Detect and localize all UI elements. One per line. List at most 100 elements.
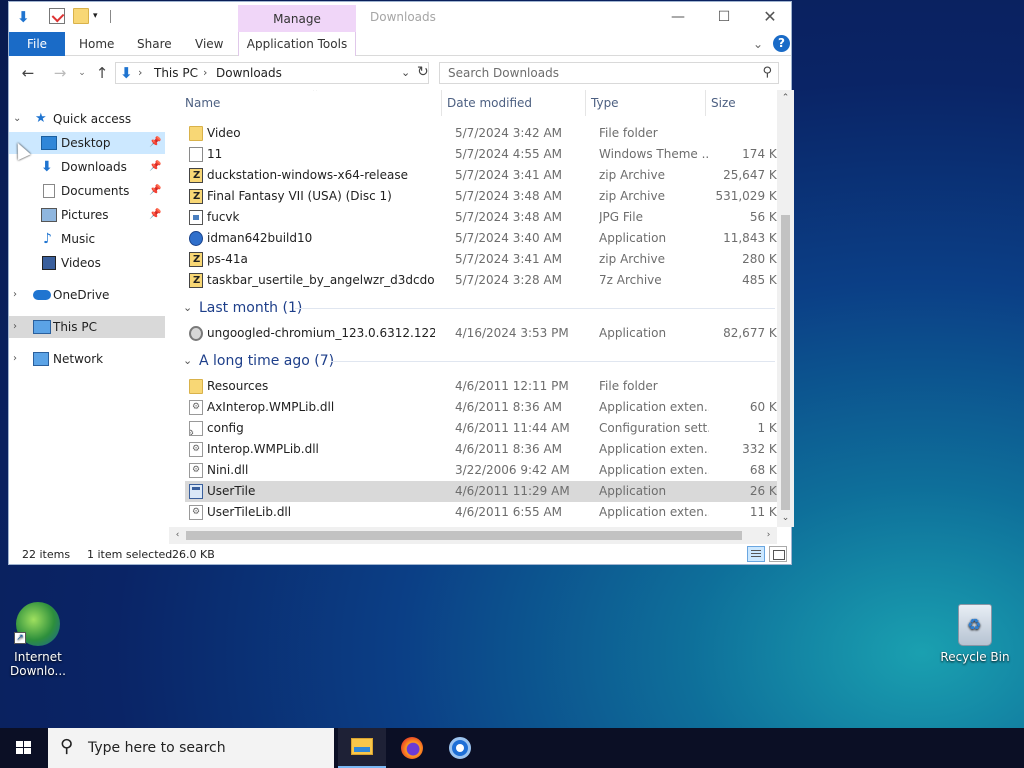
chevron-right-icon[interactable]: › <box>138 66 142 79</box>
details-view-button[interactable] <box>747 546 765 562</box>
column-header-name[interactable]: Name <box>185 96 220 110</box>
breadcrumb-this-pc[interactable]: This PC <box>154 66 198 80</box>
forward-arrow-icon[interactable]: → <box>49 63 71 83</box>
scroll-right-icon[interactable]: › <box>760 527 777 544</box>
dll-file-icon <box>189 463 203 478</box>
recent-locations-chevron-icon[interactable]: ⌄ <box>71 63 93 83</box>
idm-file-icon <box>189 231 203 246</box>
close-button[interactable]: ✕ <box>747 4 793 30</box>
table-row[interactable]: Video 5/7/2024 3:42 AM File folder <box>185 123 777 144</box>
large-icons-view-button[interactable] <box>769 546 787 562</box>
sidebar-item-onedrive[interactable]: › OneDrive <box>9 284 165 306</box>
scrollbar-thumb[interactable] <box>781 215 790 510</box>
minimize-button[interactable]: — <box>655 4 701 30</box>
column-header-date[interactable]: Date modified <box>447 96 532 110</box>
properties-icon[interactable] <box>49 8 65 24</box>
sidebar-item-music[interactable]: ♪ Music <box>9 228 165 250</box>
tab-view[interactable]: View <box>195 32 223 56</box>
tab-share[interactable]: Share <box>137 32 172 56</box>
pin-icon[interactable]: 📌 <box>149 132 161 154</box>
chevron-down-icon[interactable]: ⌄ <box>183 350 192 372</box>
table-row[interactable]: AxInterop.WMPLib.dll 4/6/2011 8:36 AM Appl… <box>185 397 777 418</box>
scrollbar-thumb[interactable] <box>186 531 742 540</box>
scroll-down-icon[interactable]: ⌄ <box>777 510 794 527</box>
help-icon[interactable]: ? <box>773 35 790 52</box>
table-row[interactable]: config 4/6/2011 11:44 AM Configuration set… <box>185 418 777 439</box>
tab-manage[interactable]: Manage <box>238 5 356 33</box>
sidebar-item-downloads[interactable]: ⬇ Downloads 📌 <box>9 156 165 178</box>
table-row[interactable]: fucvk 5/7/2024 3:48 AM JPG File 56 KB <box>185 207 777 228</box>
chevron-right-icon[interactable]: › <box>13 348 17 370</box>
desktop-icon-recycle-bin[interactable]: Recycle Bin <box>940 604 1010 664</box>
sidebar-item-desktop[interactable]: Desktop 📌 <box>9 132 165 154</box>
table-row[interactable]: Nini.dll 3/22/2006 9:42 AM Application ext… <box>185 460 777 481</box>
desktop-icon-idm[interactable]: ↗ Internet Downlo... <box>3 602 73 678</box>
column-header-type[interactable]: Type <box>591 96 619 110</box>
chevron-right-icon[interactable]: › <box>13 284 17 306</box>
scroll-left-icon[interactable]: ‹ <box>169 527 186 544</box>
column-divider[interactable] <box>441 90 442 116</box>
horizontal-scrollbar[interactable]: ‹ › <box>169 527 777 544</box>
search-input[interactable]: Search Downloads ⚲ <box>439 62 779 84</box>
taskbar-file-explorer[interactable] <box>338 728 386 768</box>
download-arrow-icon[interactable]: ⬇ <box>17 8 33 26</box>
file-size: 82,677 KB <box>723 326 777 340</box>
column-divider[interactable] <box>585 90 586 116</box>
table-row[interactable]: UserTileLib.dll 4/6/2011 6:55 AM Applicati… <box>185 502 777 523</box>
table-row[interactable]: ps-41a 5/7/2024 3:41 AM zip Archive 280 KB <box>185 249 777 270</box>
file-type: File folder <box>599 379 658 393</box>
address-bar[interactable]: ⬇ › This PC › Downloads ⌄ ↻ <box>115 62 429 84</box>
taskbar-search-input[interactable]: ⚲ Type here to search <box>48 728 334 768</box>
tab-file[interactable]: File <box>9 32 65 56</box>
table-row[interactable]: taskbar_usertile_by_angelwzr_d3dcdoe 5/7/… <box>185 270 777 291</box>
group-header-last-month[interactable]: ⌄ Last month (1) <box>183 297 777 319</box>
file-type: 7z Archive <box>599 273 662 287</box>
dll-file-icon <box>189 442 203 457</box>
table-row[interactable]: duckstation-windows-x64-release 5/7/2024 … <box>185 165 777 186</box>
vertical-scrollbar[interactable]: ⌃ ⌄ <box>777 90 794 527</box>
column-header-size[interactable]: Size <box>711 96 736 110</box>
music-icon: ♪ <box>43 231 52 247</box>
table-row[interactable]: 11 5/7/2024 4:55 AM Windows Theme ... 174 K… <box>185 144 777 165</box>
chevron-right-icon[interactable]: › <box>203 66 207 79</box>
maximize-button[interactable]: ☐ <box>701 4 747 30</box>
scroll-up-icon[interactable]: ⌃ <box>777 90 794 107</box>
table-row[interactable]: idman642build10 5/7/2024 3:40 AM Applicati… <box>185 228 777 249</box>
chevron-right-icon[interactable]: › <box>13 316 17 338</box>
table-row[interactable]: ungoogled-chromium_123.0.6312.122-1.... 4… <box>185 323 777 344</box>
chevron-down-icon[interactable]: ⌄ <box>401 66 410 79</box>
pin-icon[interactable]: 📌 <box>149 204 161 226</box>
refresh-icon[interactable]: ↻ <box>417 64 431 80</box>
new-folder-icon[interactable] <box>73 8 89 24</box>
star-icon: ★ <box>35 111 47 126</box>
file-date: 5/7/2024 3:42 AM <box>455 126 563 140</box>
sidebar-item-quick-access[interactable]: ⌄ ★ Quick access <box>9 108 165 130</box>
tab-home[interactable]: Home <box>79 32 114 56</box>
taskbar-chromium[interactable] <box>436 728 484 768</box>
back-arrow-icon[interactable]: ← <box>17 63 39 83</box>
chevron-down-icon[interactable]: ⌄ <box>183 297 192 319</box>
table-row[interactable]: Resources 4/6/2011 12:11 PM File folder <box>185 376 777 397</box>
up-arrow-icon[interactable]: ↑ <box>91 63 113 83</box>
tab-application-tools[interactable]: Application Tools <box>238 32 356 56</box>
desktop-icon-label: Internet Downlo... <box>10 650 66 678</box>
taskbar-firefox[interactable] <box>388 728 436 768</box>
table-row[interactable]: UserTile 4/6/2011 11:29 AM Application 26 K… <box>185 481 777 502</box>
sidebar-item-this-pc[interactable]: › This PC <box>9 316 165 338</box>
table-row[interactable]: Interop.WMPLib.dll 4/6/2011 8:36 AM Applic… <box>185 439 777 460</box>
sidebar-item-pictures[interactable]: Pictures 📌 <box>9 204 165 226</box>
group-header-long-ago[interactable]: ⌄ A long time ago (7) <box>183 350 777 372</box>
sidebar-item-videos[interactable]: Videos <box>9 252 165 274</box>
pin-icon[interactable]: 📌 <box>149 180 161 202</box>
sidebar-item-documents[interactable]: Documents 📌 <box>9 180 165 202</box>
search-icon[interactable]: ⚲ <box>762 65 772 80</box>
chevron-down-icon[interactable]: ⌄ <box>13 108 21 130</box>
breadcrumb-downloads[interactable]: Downloads <box>216 66 282 80</box>
start-button[interactable] <box>0 728 48 768</box>
pin-icon[interactable]: 📌 <box>149 156 161 178</box>
table-row[interactable]: Final Fantasy VII (USA) (Disc 1) 5/7/2024… <box>185 186 777 207</box>
column-divider[interactable] <box>705 90 706 116</box>
customize-toolbar-chevron-icon[interactable]: ▾ <box>93 11 109 27</box>
sidebar-item-network[interactable]: › Network <box>9 348 165 370</box>
expand-ribbon-chevron-icon[interactable]: ⌄ <box>753 32 763 56</box>
